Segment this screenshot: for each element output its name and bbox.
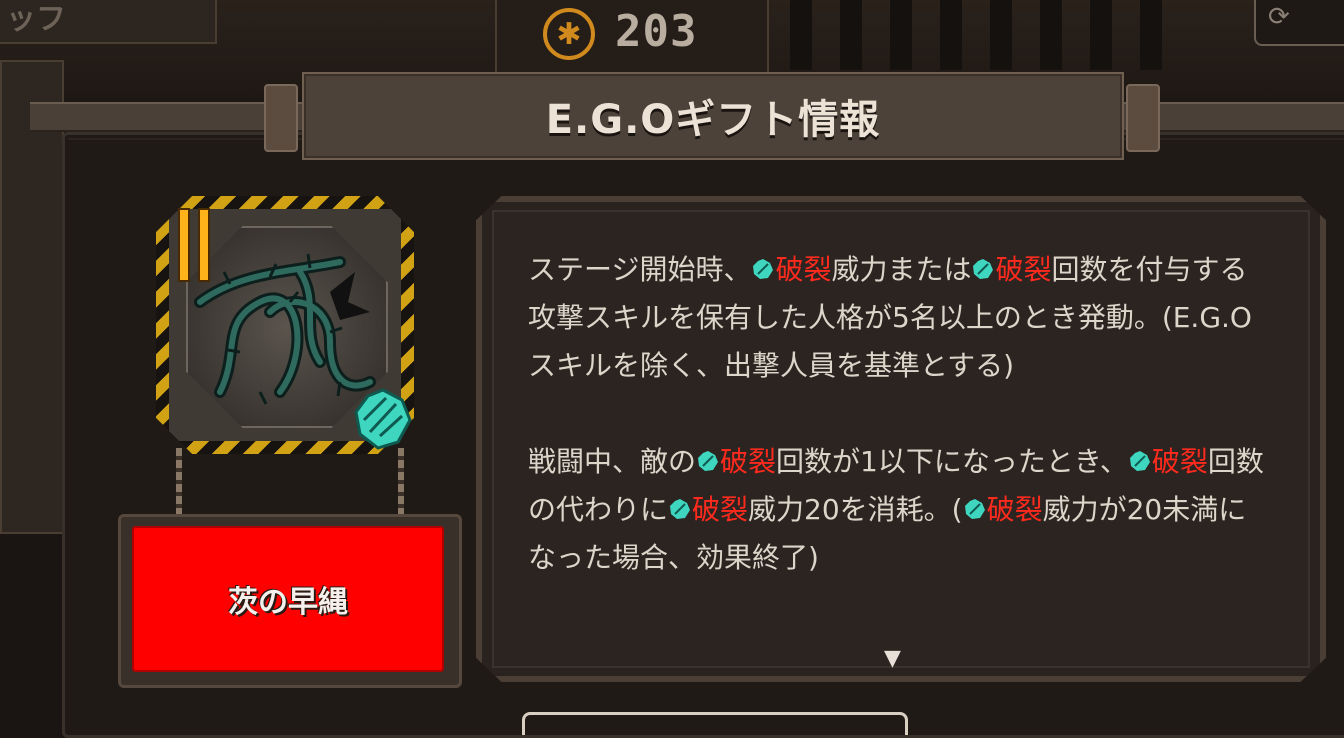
background-stripe	[1090, 0, 1112, 70]
background-stripe	[1140, 0, 1162, 70]
tier-bar	[198, 208, 210, 282]
sign-chain	[176, 448, 182, 516]
desc-text-run: 威力または	[831, 253, 972, 286]
rupture-leaf-icon	[354, 388, 412, 450]
desc-text-run: 威力20を消耗。(	[748, 493, 963, 526]
desc-text-run: 戦闘中、敵の	[528, 445, 697, 478]
rupture-keyword: 破裂	[720, 445, 777, 478]
rupture-icon	[698, 451, 719, 471]
currency-display: ✱ 203	[495, 0, 769, 74]
description-paragraph: ステージ開始時、 破裂威力または 破裂回数を付与する攻撃スキルを保有した人格が5名以…	[528, 246, 1268, 390]
description-text: ステージ開始時、 破裂威力または 破裂回数を付与する攻撃スキルを保有した人格が5名以…	[528, 246, 1268, 582]
desc-text-run: ステージ開始時、	[528, 253, 752, 286]
dialog-title: E.G.Oギフト情報	[545, 97, 881, 143]
rupture-keyword: 破裂	[775, 253, 832, 286]
rupture-icon	[973, 259, 994, 279]
rail-bolt	[1126, 84, 1160, 152]
rupture-keyword: 破裂	[692, 493, 749, 526]
description-box[interactable]: ステージ開始時、 破裂威力または 破裂回数を付与する攻撃スキルを保有した人格が5名以…	[492, 210, 1310, 668]
gear-coin-icon: ✱	[543, 8, 595, 60]
rupture-keyword: 破裂	[995, 253, 1052, 286]
background-stripe	[990, 0, 1012, 70]
title-plate: E.G.Oギフト情報	[302, 72, 1124, 160]
gift-name-button[interactable]: 茨の早縄	[132, 526, 444, 672]
left-tab-label: ッフ	[6, 2, 66, 37]
rupture-keyword: 破裂	[1151, 445, 1208, 478]
sign-chain	[398, 448, 404, 516]
tier-bar	[178, 208, 190, 282]
background-stripe	[790, 0, 812, 70]
background-stripe	[890, 0, 912, 70]
rupture-icon	[670, 499, 691, 519]
background-stripe	[940, 0, 962, 70]
tier-badge	[178, 208, 214, 284]
rupture-icon	[753, 259, 774, 279]
refresh-button[interactable]: ⟳	[1254, 0, 1344, 46]
desc-text-run: 回数が1以下になったとき、	[776, 445, 1128, 478]
scroll-down-indicator[interactable]: ▼	[884, 646, 901, 671]
rupture-icon	[964, 499, 985, 519]
background-stripe	[840, 0, 862, 70]
refresh-icon: ⟳	[1268, 2, 1290, 32]
rupture-keyword: 破裂	[986, 493, 1043, 526]
rupture-icon	[1129, 451, 1150, 471]
bottom-button[interactable]	[522, 712, 908, 735]
background-stripe	[1040, 0, 1062, 70]
description-paragraph: 戦闘中、敵の 破裂回数が1以下になったとき、 破裂回数の代わりに 破裂威力20を消耗。…	[528, 438, 1268, 582]
gift-name: 茨の早縄	[228, 585, 348, 620]
currency-amount: 203	[615, 6, 698, 57]
left-menu-tab[interactable]: ッフ	[0, 0, 217, 44]
rail-bolt	[264, 84, 298, 152]
